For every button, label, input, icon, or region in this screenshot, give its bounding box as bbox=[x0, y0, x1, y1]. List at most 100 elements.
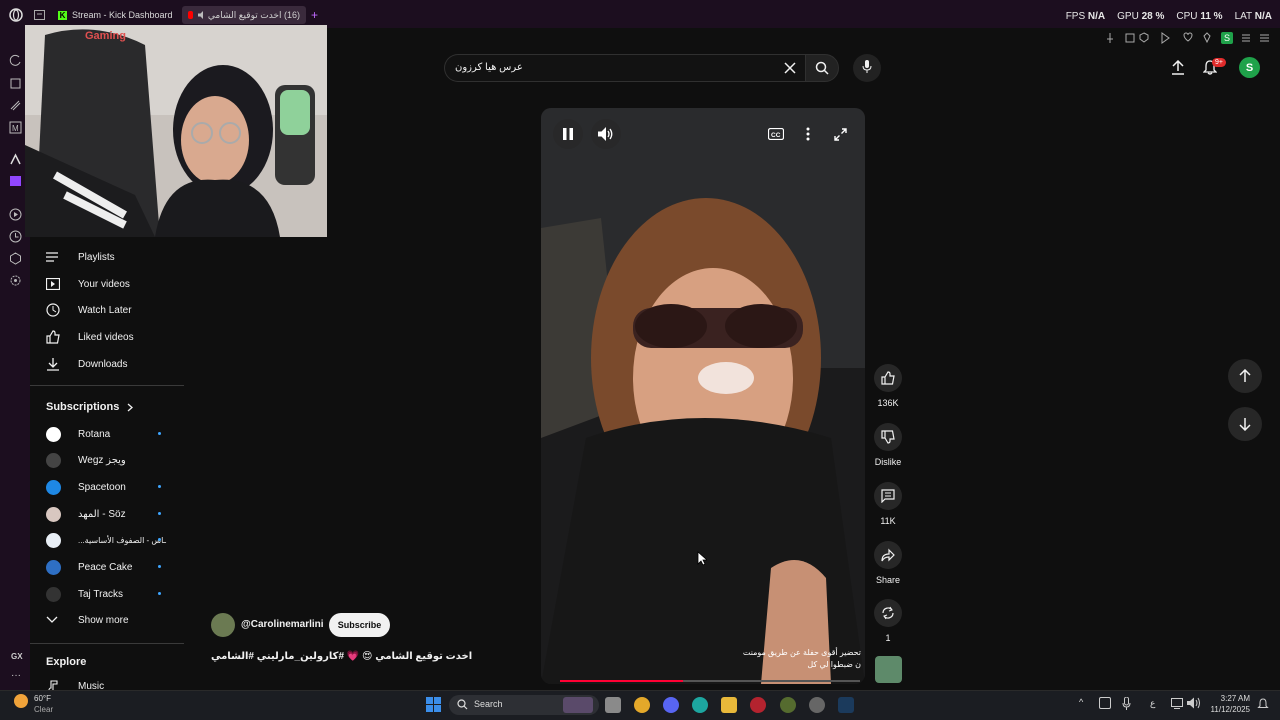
settings-icon[interactable] bbox=[9, 274, 22, 287]
extension-toolbar[interactable]: S bbox=[1106, 32, 1276, 44]
thumb-down-icon bbox=[881, 430, 895, 444]
subscription-item[interactable]: Peace Cake bbox=[46, 559, 166, 575]
steam-icon[interactable] bbox=[838, 697, 854, 713]
network-icon[interactable] bbox=[1171, 698, 1183, 709]
windows-start-icon[interactable] bbox=[426, 697, 441, 712]
sidebar-item-downloads[interactable]: Downloads bbox=[46, 356, 127, 372]
file-explorer-icon[interactable] bbox=[721, 697, 737, 713]
tab-youtube[interactable]: (16) اخدت توقيع الشامي bbox=[182, 6, 306, 24]
microphone-tray-icon[interactable] bbox=[1122, 697, 1131, 710]
player-icon[interactable] bbox=[9, 208, 22, 221]
clear-search-icon[interactable] bbox=[784, 62, 796, 74]
sound-thumbnail[interactable] bbox=[875, 656, 902, 683]
search-query-text: عرس هيا كرزون bbox=[455, 62, 523, 73]
tab-kick-dashboard[interactable]: K Stream - Kick Dashboard bbox=[58, 6, 173, 24]
closed-captions-icon[interactable]: CC bbox=[768, 128, 784, 140]
sidebar-item-liked-videos[interactable]: Liked videos bbox=[46, 329, 134, 345]
sidebar-item-playlists[interactable]: Playlists bbox=[46, 249, 115, 265]
upload-icon[interactable] bbox=[1171, 60, 1185, 75]
gx-corner-icon[interactable] bbox=[9, 77, 22, 90]
subscribe-button[interactable]: Subscribe bbox=[329, 613, 390, 637]
aria-icon[interactable] bbox=[9, 153, 22, 166]
svg-text:CC: CC bbox=[771, 132, 781, 139]
short-video-player[interactable] bbox=[541, 108, 865, 684]
sidebar-item-label: Playlists bbox=[78, 251, 115, 263]
subscription-item[interactable]: ...ـاس - الصفوف الأساسية bbox=[46, 532, 166, 548]
svg-text:M: M bbox=[12, 124, 19, 133]
volume-tray-icon[interactable] bbox=[1187, 697, 1200, 709]
sidebar-item-watch-later[interactable]: Watch Later bbox=[46, 302, 132, 318]
twitch-icon[interactable] bbox=[9, 175, 22, 188]
video-caption-overlay: تحضير أقوى حفلة عن طريق مومنت ن ضبطوا لي… bbox=[735, 647, 861, 671]
channel-name: ...ـاس - الصفوف الأساسية bbox=[78, 535, 166, 545]
channel-avatar bbox=[46, 452, 61, 468]
xbox-icon[interactable] bbox=[780, 697, 796, 713]
clock-time[interactable]: 3:27 AM bbox=[1210, 694, 1250, 703]
tray-app-icon[interactable] bbox=[1099, 697, 1111, 709]
sidebar-item-label: Your videos bbox=[78, 278, 130, 290]
webcam-image: Gaming bbox=[25, 25, 327, 237]
input-language[interactable]: ع bbox=[1150, 698, 1155, 709]
channel-avatar[interactable] bbox=[211, 613, 235, 637]
new-tab-button[interactable]: + bbox=[311, 8, 318, 22]
weather-temp[interactable]: 60°F bbox=[34, 694, 51, 703]
history-icon[interactable] bbox=[9, 230, 22, 243]
task-view-icon[interactable] bbox=[605, 697, 621, 713]
show-more-label: Show more bbox=[78, 614, 129, 626]
weather-icon bbox=[14, 694, 28, 708]
opera-gx-taskbar-icon[interactable] bbox=[750, 697, 766, 713]
more-options-icon[interactable] bbox=[806, 127, 810, 141]
refresh-icon[interactable] bbox=[9, 54, 22, 67]
chevron-up-icon[interactable]: ^ bbox=[1079, 697, 1083, 707]
speaker-icon[interactable] bbox=[198, 11, 203, 19]
tab-label: (16) اخدت توقيع الشامي bbox=[207, 9, 300, 20]
obs-icon[interactable] bbox=[809, 697, 825, 713]
chrome-icon[interactable] bbox=[634, 697, 650, 713]
channel-avatar bbox=[46, 586, 61, 602]
sidebar-item-label: Downloads bbox=[78, 358, 128, 370]
subscription-item[interactable]: Spacetoon bbox=[46, 479, 166, 495]
sidebar-item-your-videos[interactable]: Your videos bbox=[46, 276, 130, 292]
account-avatar[interactable]: S bbox=[1239, 57, 1260, 78]
tab-menu-icon[interactable] bbox=[34, 10, 45, 20]
fullscreen-icon[interactable] bbox=[834, 128, 847, 141]
explore-heading: Explore bbox=[46, 656, 87, 668]
more-icon[interactable]: ··· bbox=[11, 670, 21, 681]
lat-stat: LAT N/A bbox=[1234, 11, 1272, 22]
caption-line: تحضير أقوى حفلة عن طريق مومنت bbox=[742, 648, 861, 657]
cube-icon[interactable] bbox=[9, 252, 22, 265]
subscriptions-title: Subscriptions bbox=[46, 401, 120, 413]
notification-center-icon[interactable] bbox=[1257, 698, 1269, 710]
new-content-dot bbox=[158, 538, 161, 541]
youtube-logo-icon bbox=[188, 11, 194, 19]
channel-name: Spacetoon bbox=[78, 481, 126, 493]
subscription-item[interactable]: المهد - Söz bbox=[46, 506, 166, 522]
arrow-down-icon bbox=[1239, 418, 1251, 431]
subscription-item[interactable]: Wegz ويجز bbox=[46, 452, 166, 468]
comment-icon bbox=[881, 489, 895, 503]
subscriptions-heading[interactable]: Subscriptions bbox=[46, 401, 134, 413]
sidebar-item-label: Liked videos bbox=[78, 331, 134, 343]
kick-logo-icon: K bbox=[58, 10, 67, 20]
messenger-icon[interactable]: M bbox=[9, 121, 22, 134]
channel-handle[interactable]: @Carolinemarlini bbox=[241, 619, 324, 630]
taskbar-search-label: Search bbox=[474, 699, 503, 709]
gx-performance-stats: FPS N/A GPU 28 % CPU 11 % LAT N/A bbox=[1066, 11, 1272, 22]
show-more-button[interactable]: Show more bbox=[46, 612, 129, 628]
play-icon bbox=[1161, 32, 1170, 44]
gx-control-icon[interactable] bbox=[9, 99, 22, 112]
short-title[interactable]: اخدت توقيع الشامي 😍 💗 #كارولين_مارليني #… bbox=[211, 651, 472, 662]
opera-gx-logo-icon[interactable] bbox=[9, 8, 23, 22]
fps-stat: FPS N/A bbox=[1065, 11, 1106, 22]
extensions-icon bbox=[1203, 32, 1211, 44]
new-content-dot bbox=[158, 432, 161, 435]
channel-name: المهد - Söz bbox=[78, 508, 126, 520]
sidebar-item-label: Watch Later bbox=[78, 304, 132, 316]
edge-icon[interactable] bbox=[692, 697, 708, 713]
volume-icon bbox=[598, 127, 613, 141]
clock-date[interactable]: 11/12/2025 bbox=[1206, 705, 1250, 714]
clock-icon bbox=[46, 303, 60, 317]
subscription-item[interactable]: Taj Tracks bbox=[46, 586, 166, 602]
subscription-item[interactable]: Rotana bbox=[46, 426, 166, 442]
discord-icon[interactable] bbox=[663, 697, 679, 713]
